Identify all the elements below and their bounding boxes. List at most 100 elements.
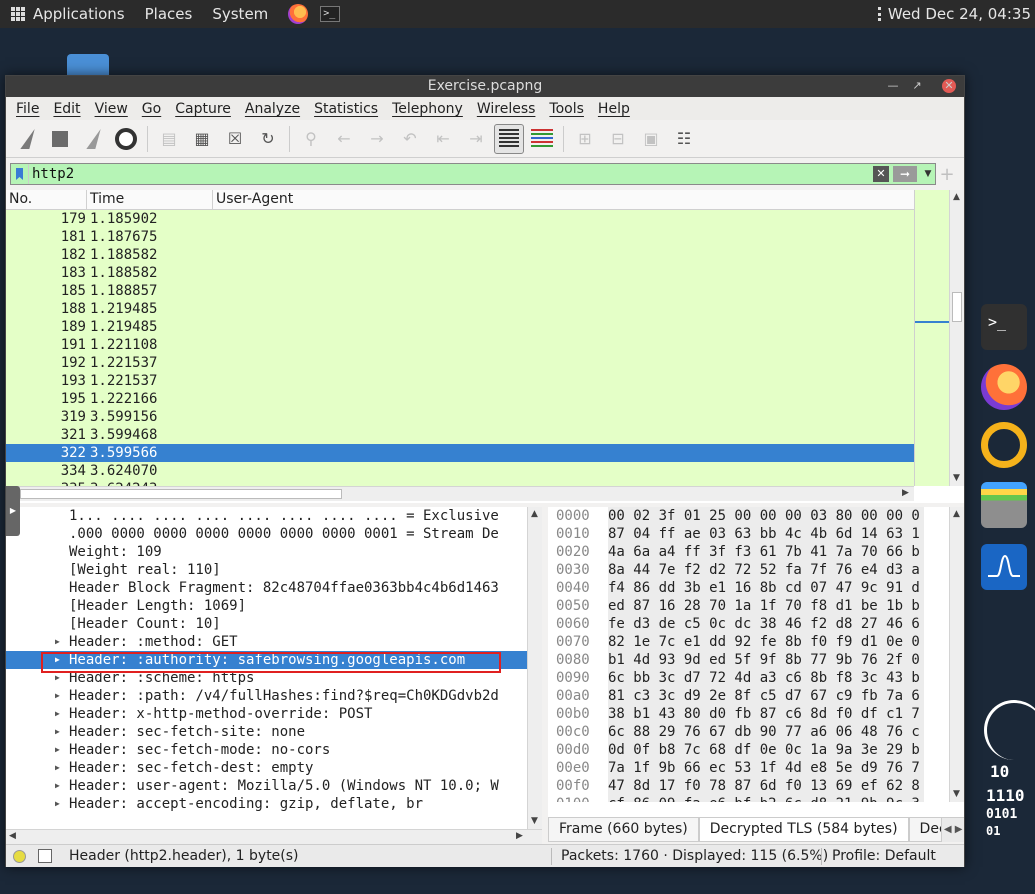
hex-row[interactable]: 0070 82 1e 7c e1 dd 92 fe 8b f0 f9 d1 0e … xyxy=(548,633,949,651)
menu-file[interactable]: File xyxy=(9,101,46,117)
scroll-thumb[interactable] xyxy=(952,292,962,322)
packet-row[interactable]: 191 1.221108 xyxy=(6,336,914,354)
expand-triangle-icon[interactable]: ▶ xyxy=(55,777,60,795)
expand-triangle-icon[interactable]: ▶ xyxy=(55,759,60,777)
packet-row[interactable]: 322 3.599566 xyxy=(6,444,914,462)
filter-bookmark-icon[interactable] xyxy=(11,164,29,184)
reload-file-icon[interactable]: ↻ xyxy=(253,124,283,154)
expand-triangle-icon[interactable]: ▶ xyxy=(55,705,60,723)
filter-history-chevron-down-icon[interactable]: ▼ xyxy=(921,169,935,179)
scroll-right-arrow-icon[interactable]: ▶ xyxy=(902,488,909,498)
column-header-no[interactable]: No. xyxy=(6,190,87,209)
details-horizontal-scrollbar[interactable]: ◀ ▶ xyxy=(6,829,542,844)
packet-row[interactable]: 182 1.188582 xyxy=(6,246,914,264)
tab-decrypted-tls[interactable]: Decrypted TLS (584 bytes) xyxy=(698,818,909,842)
clock[interactable]: Wed Dec 24, 04:35 xyxy=(877,5,1031,23)
scroll-up-arrow-icon[interactable]: ▲ xyxy=(531,509,538,519)
bytes-vertical-scrollbar[interactable]: ▲ ▼ xyxy=(949,507,964,802)
hex-row[interactable]: 0010 87 04 ff ae 03 63 bb 4c 4b 6d 14 63 … xyxy=(548,525,949,543)
menu-statistics[interactable]: Statistics xyxy=(307,101,385,117)
scroll-up-arrow-icon[interactable]: ▲ xyxy=(953,509,960,519)
menu-help[interactable]: Help xyxy=(591,101,637,117)
details-header-item[interactable]: ▶ Header: sec-fetch-mode: no-cors xyxy=(6,741,527,759)
expand-triangle-icon[interactable]: ▶ xyxy=(55,687,60,705)
hex-row[interactable]: 00c0 6c 88 29 76 67 db 90 77 a6 06 48 76 … xyxy=(548,723,949,741)
dock-files-icon[interactable] xyxy=(981,482,1027,528)
hex-row[interactable]: 0080 b1 4d 93 9d ed 5f 9f 8b 77 9b 76 2f … xyxy=(548,651,949,669)
scroll-down-arrow-icon[interactable]: ▼ xyxy=(953,473,960,483)
tab-frame[interactable]: Frame (660 bytes) xyxy=(548,818,699,842)
hex-row[interactable]: 0090 6c bb 3c d7 72 4d a3 c6 8b f8 3c 43 … xyxy=(548,669,949,687)
start-capture-icon[interactable] xyxy=(12,124,42,154)
packet-row[interactable]: 179 1.185902 xyxy=(6,210,914,228)
tab-scroll-right-icon[interactable]: ▶ xyxy=(953,818,964,842)
details-header-item[interactable]: ▶ Header: sec-fetch-site: none xyxy=(6,723,527,741)
packet-row[interactable]: 188 1.219485 xyxy=(6,300,914,318)
menu-edit[interactable]: Edit xyxy=(46,101,87,117)
system-menu[interactable]: System xyxy=(212,5,268,23)
apply-filter-arrow-icon[interactable]: ➞ xyxy=(893,166,917,182)
dock-system-monitor-icon[interactable] xyxy=(981,544,1027,590)
hex-row[interactable]: 00a0 81 c3 3c d9 2e 8f c5 d7 67 c9 fb 7a … xyxy=(548,687,949,705)
hex-row[interactable]: 0020 4a 6a a4 ff 3f f3 61 7b 41 7a 70 66 … xyxy=(548,543,949,561)
terminal-icon[interactable]: >_ xyxy=(320,6,341,22)
applications-menu[interactable]: Applications xyxy=(33,5,125,23)
packet-row[interactable]: 181 1.187675 xyxy=(6,228,914,246)
details-header-item[interactable]: ▶ Header: x-http-method-override: POST xyxy=(6,705,527,723)
scroll-right-arrow-icon[interactable]: ▶ xyxy=(516,831,523,841)
details-header-item[interactable]: ▶ Header: user-agent: Mozilla/5.0 (Window… xyxy=(6,777,527,795)
details-header-item[interactable]: ▶ Header: :path: /v4/fullHashes:find?$req… xyxy=(6,687,527,705)
tab-decompressed[interactable]: Dec xyxy=(908,818,943,842)
packet-list-vertical-scrollbar[interactable]: ▲ ▼ xyxy=(949,190,964,486)
zoom-out-icon[interactable]: ⊟ xyxy=(603,124,633,154)
zoom-in-icon[interactable]: ⊞ xyxy=(570,124,600,154)
details-field[interactable]: Weight: 109 xyxy=(6,543,527,561)
scroll-down-arrow-icon[interactable]: ▼ xyxy=(531,816,538,826)
expand-triangle-icon[interactable]: ▶ xyxy=(55,741,60,759)
minimize-icon[interactable]: — xyxy=(886,79,900,93)
maximize-icon[interactable]: ↗ xyxy=(910,79,924,93)
menu-tools[interactable]: Tools xyxy=(542,101,591,117)
hex-row[interactable]: 0030 8a 44 7e f2 d2 72 52 fa 7f 76 e4 d3 … xyxy=(548,561,949,579)
packet-row[interactable]: 192 1.221537 xyxy=(6,354,914,372)
hex-row[interactable]: 00d0 0d 0f b8 7c 68 df 0e 0c 1a 9a 3e 29 … xyxy=(548,741,949,759)
scroll-left-arrow-icon[interactable]: ◀ xyxy=(9,831,16,841)
details-field[interactable]: 1... .... .... .... .... .... .... .... … xyxy=(6,507,527,525)
colorize-icon[interactable] xyxy=(527,124,557,154)
packet-row[interactable]: 195 1.222166 xyxy=(6,390,914,408)
packet-minimap[interactable] xyxy=(914,190,950,486)
go-forward-icon[interactable]: → xyxy=(362,124,392,154)
normal-size-icon[interactable]: ▣ xyxy=(636,124,666,154)
details-field[interactable]: [Header Count: 10] xyxy=(6,615,527,633)
dock-terminal-icon[interactable]: >_ xyxy=(981,304,1027,350)
menu-wireless[interactable]: Wireless xyxy=(470,101,543,117)
packet-row[interactable]: 319 3.599156 xyxy=(6,408,914,426)
hex-row[interactable]: 0040 f4 86 dd 3b e1 16 8b cd 07 47 9c 91 … xyxy=(548,579,949,597)
expand-triangle-icon[interactable]: ▶ xyxy=(55,723,60,741)
details-field[interactable]: Header Block Fragment: 82c48704ffae0363b… xyxy=(6,579,527,597)
find-packet-icon[interactable]: ⚲ xyxy=(296,124,326,154)
resize-columns-icon[interactable]: ☷ xyxy=(669,124,699,154)
details-vertical-scrollbar[interactable]: ▲ ▼ xyxy=(527,507,542,829)
details-field[interactable]: [Weight real: 110] xyxy=(6,561,527,579)
dock-firefox-icon[interactable] xyxy=(981,364,1027,410)
close-icon[interactable]: ✕ xyxy=(942,79,956,93)
restart-capture-icon[interactable] xyxy=(78,124,108,154)
places-menu[interactable]: Places xyxy=(145,5,193,23)
stop-capture-icon[interactable] xyxy=(45,124,75,154)
menu-telephony[interactable]: Telephony xyxy=(385,101,470,117)
packet-list-horizontal-scrollbar[interactable]: ◀ ▶ xyxy=(6,486,914,501)
scroll-thumb[interactable] xyxy=(20,489,342,499)
packet-row[interactable]: 193 1.221537 xyxy=(6,372,914,390)
open-file-icon[interactable]: ▤ xyxy=(154,124,184,154)
applications-grid-icon[interactable] xyxy=(11,7,25,21)
hex-row[interactable]: 00f0 47 8d 17 f0 78 87 6d f0 13 69 ef 62 … xyxy=(548,777,949,795)
save-file-icon[interactable]: ▦ xyxy=(187,124,217,154)
details-header-item[interactable]: ▶ Header: sec-fetch-dest: empty xyxy=(6,759,527,777)
menu-capture[interactable]: Capture xyxy=(168,101,238,117)
menu-go[interactable]: Go xyxy=(135,101,168,117)
menu-view[interactable]: View xyxy=(88,101,135,117)
expert-info-led-icon[interactable] xyxy=(13,850,26,863)
packet-row[interactable]: 183 1.188582 xyxy=(6,264,914,282)
packet-row[interactable]: 185 1.188857 xyxy=(6,282,914,300)
